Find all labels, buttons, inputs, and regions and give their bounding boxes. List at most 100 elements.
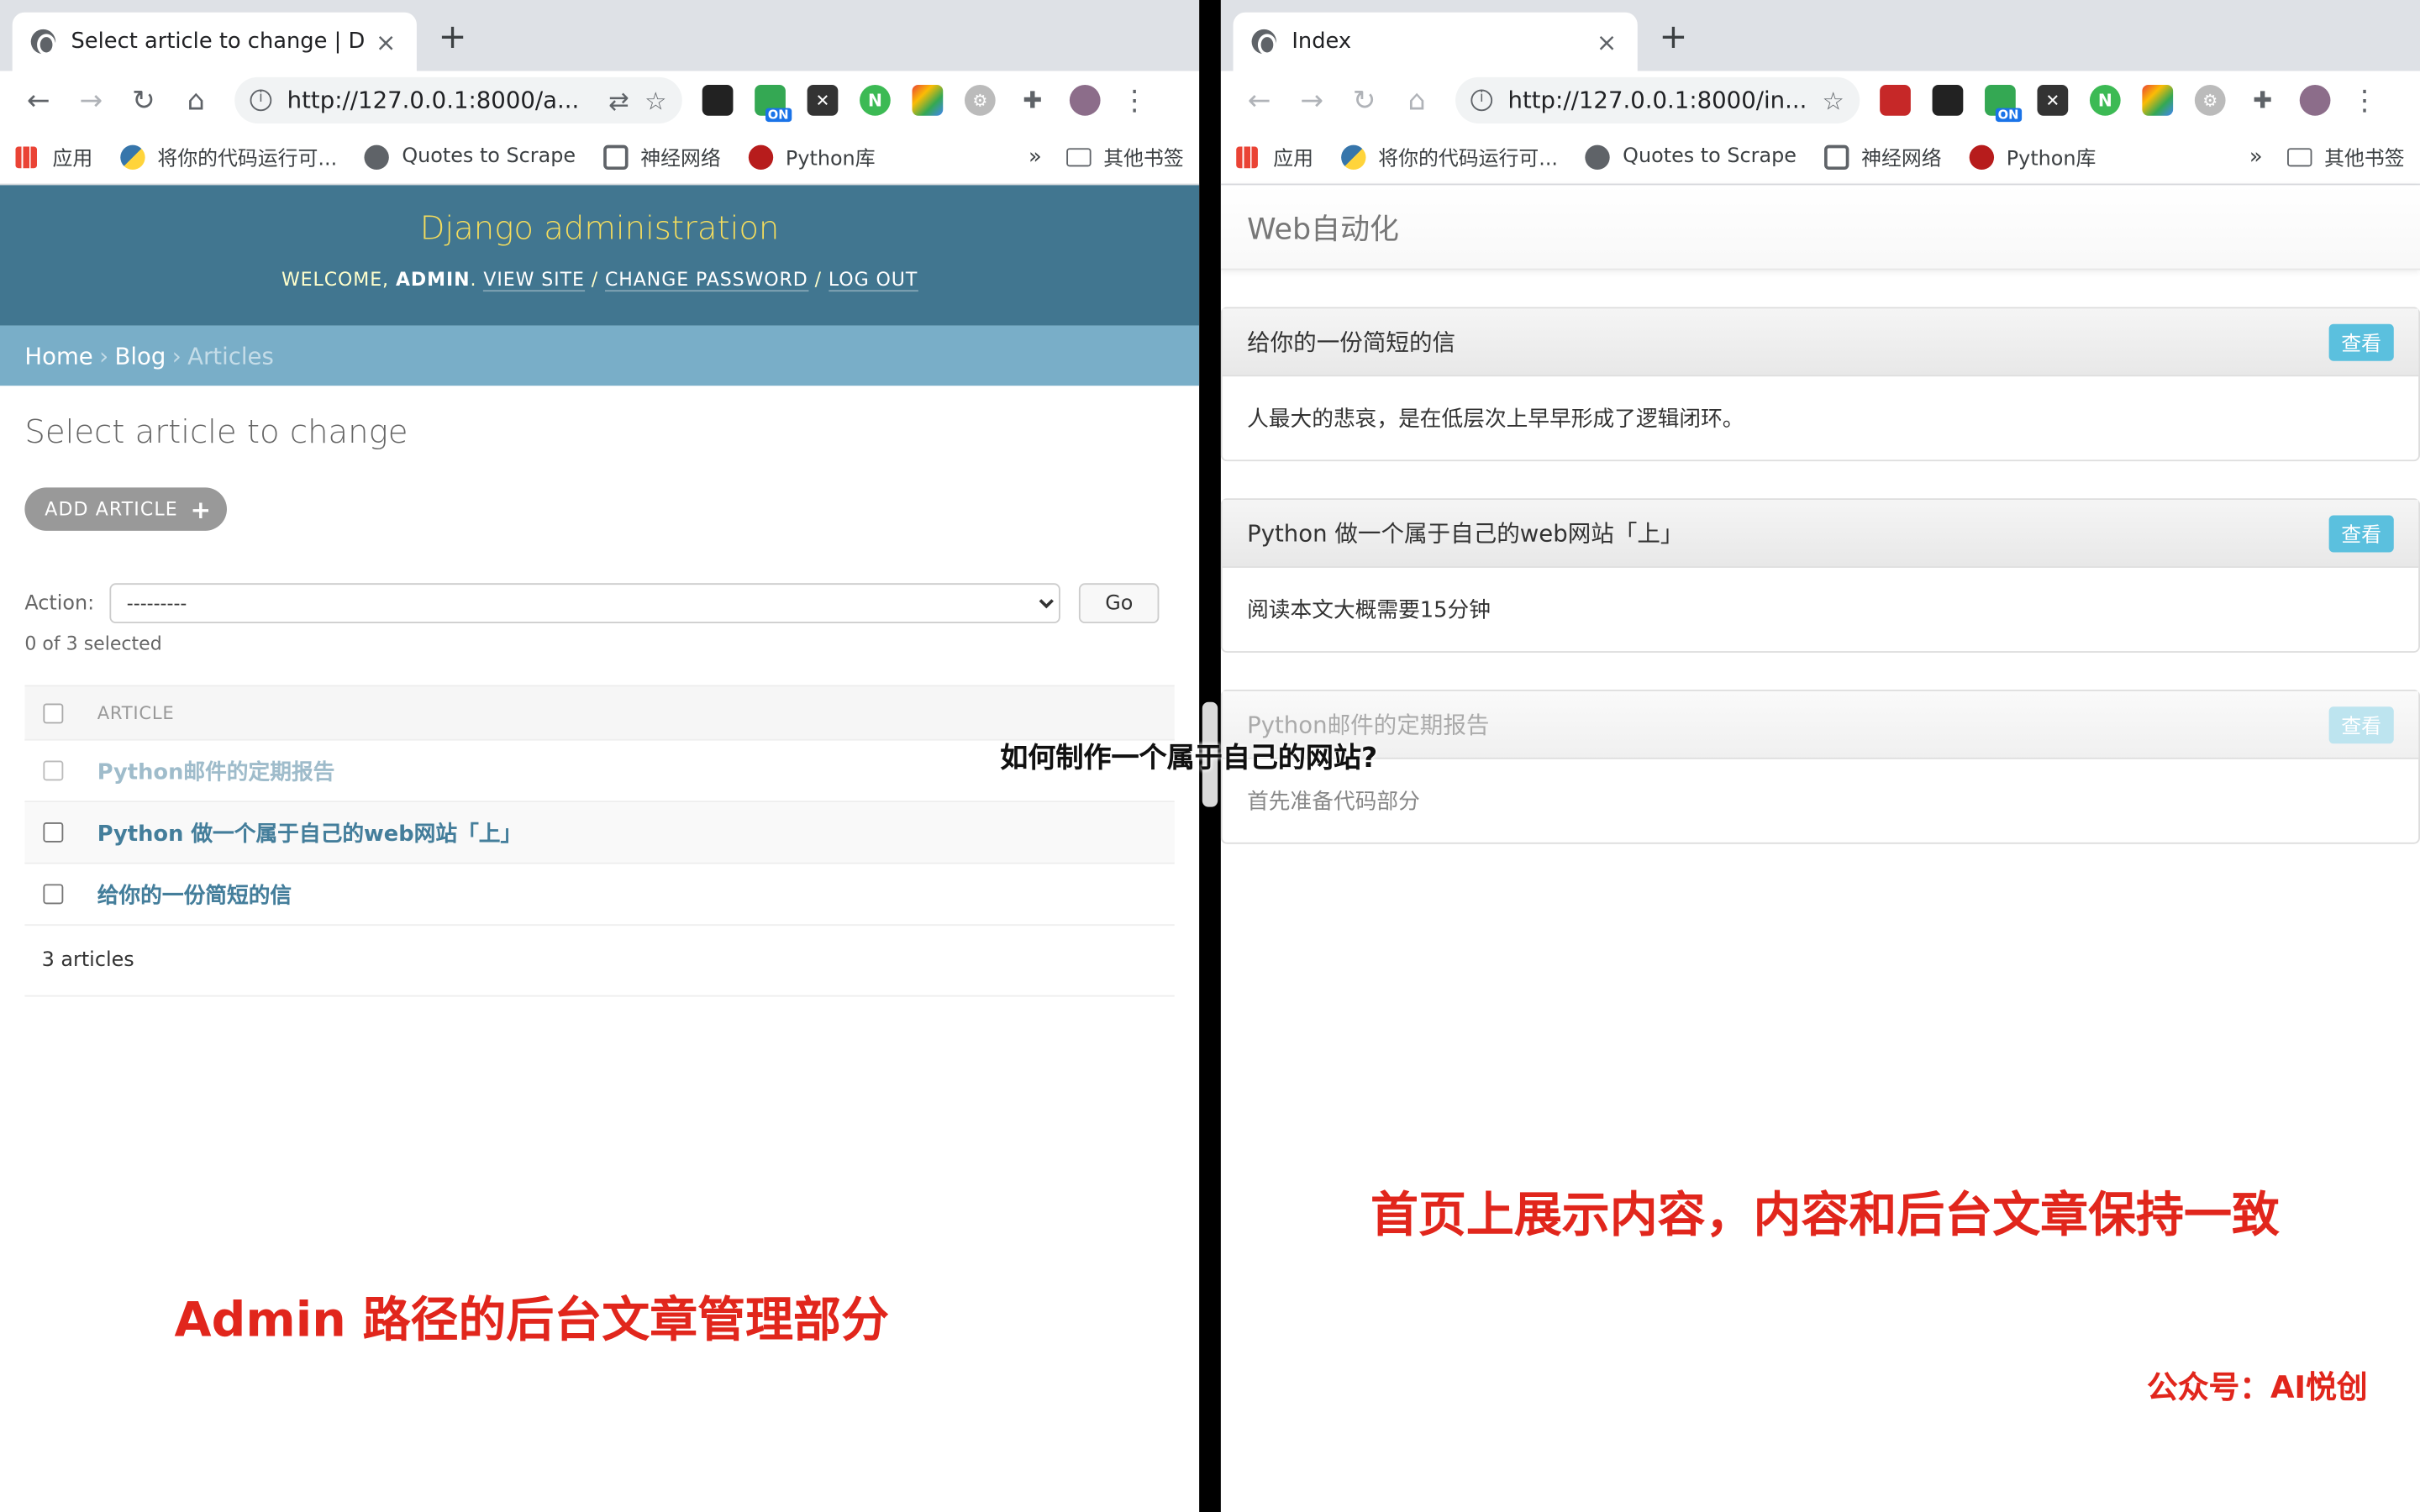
new-tab-button[interactable]: + [1659, 18, 1687, 57]
puzzle-icon[interactable]: ✚ [2247, 85, 2278, 116]
article-link[interactable]: Python 做一个属于自己的web网站「上」 [97, 817, 523, 848]
table-row: Python 做一个属于自己的web网站「上」 [24, 802, 1175, 864]
post-header: Python邮件的定期报告 查看 [1222, 690, 2419, 759]
logout-link[interactable]: LOG OUT [828, 268, 918, 292]
address-bar[interactable]: i http://127.0.0.1:8000/in... ☆ [1455, 76, 1860, 123]
tab-index[interactable]: Index × [1233, 12, 1638, 71]
row-checkbox[interactable] [43, 822, 64, 843]
extension-tampermonkey-icon[interactable] [1932, 85, 1964, 116]
translate-icon[interactable]: ⇄ [608, 86, 629, 115]
page-title: Select article to change [24, 413, 408, 451]
bookmark-python-tutor[interactable]: 将你的代码运行可... [120, 142, 337, 171]
folder-icon [1066, 147, 1092, 166]
bookmark-python-lib[interactable]: Python库 [1969, 142, 2096, 171]
menu-icon[interactable]: ⋮ [1120, 84, 1148, 117]
home-icon[interactable]: ⌂ [173, 77, 219, 123]
extension-on-icon[interactable]: ON [755, 85, 792, 123]
tab-title: Index [1292, 29, 1352, 55]
select-all-checkbox[interactable] [43, 702, 64, 723]
row-checkbox[interactable] [43, 760, 64, 781]
post-title: 给你的一份简短的信 [1247, 328, 1456, 357]
home-icon[interactable]: ⌂ [1394, 77, 1440, 123]
go-button[interactable]: Go [1079, 583, 1160, 624]
extension-x-icon[interactable]: ✕ [2037, 85, 2069, 116]
admin-brand[interactable]: Django administration [0, 210, 1199, 247]
bookmark-quotes[interactable]: Quotes to Scrape [365, 144, 576, 170]
view-button[interactable]: 查看 [2328, 323, 2394, 360]
bookmark-python-tutor[interactable]: 将你的代码运行可... [1341, 142, 1558, 171]
view-button[interactable]: 查看 [2328, 706, 2394, 743]
back-icon[interactable]: ← [15, 77, 61, 123]
post-summary: 人最大的悲哀，是在低层次上早早形成了逻辑闭环。 [1247, 407, 1744, 433]
breadcrumb: Home › Blog › Articles [0, 325, 1200, 386]
globe-icon [1586, 144, 1611, 170]
other-bookmarks[interactable]: 其他书签 [2287, 142, 2405, 171]
bookmarks-bar: 应用 将你的代码运行可... Quotes to Scrape 神经网络 Pyt… [1220, 129, 2420, 186]
extension-palette-icon[interactable] [2142, 85, 2174, 116]
avatar[interactable] [2299, 85, 2331, 116]
close-icon[interactable]: × [1594, 27, 1618, 56]
article-link[interactable]: 给你的一份简短的信 [97, 879, 292, 910]
bookmark-neural-net[interactable]: 神经网络 [1824, 142, 1942, 171]
post-list: 给你的一份简短的信 查看 人最大的悲哀，是在低层次上早早形成了逻辑闭环。 Pyt… [1220, 307, 2420, 844]
star-icon[interactable]: ☆ [644, 86, 666, 115]
change-password-link[interactable]: CHANGE PASSWORD [605, 268, 808, 292]
url-text[interactable]: http://127.0.0.1:8000/a... [287, 87, 593, 114]
extension-n-icon[interactable]: N [2089, 85, 2121, 116]
post-title: Python邮件的定期报告 [1247, 711, 1490, 739]
extension-screen-icon[interactable] [1880, 85, 1911, 116]
action-select[interactable]: --------- [109, 583, 1061, 624]
breadcrumb-home[interactable]: Home [24, 342, 92, 370]
bookmarks-more[interactable]: » [1028, 144, 1042, 169]
annotation-left: Admin 路径的后台文章管理部分 [174, 1293, 889, 1349]
table-row: 给你的一份简短的信 [24, 864, 1175, 927]
close-icon[interactable]: × [373, 27, 397, 56]
column-article[interactable]: ARTICLE [97, 702, 175, 724]
username: ADMIN [395, 268, 471, 291]
bookmarks-more[interactable]: » [2249, 144, 2263, 169]
bookmark-quotes[interactable]: Quotes to Scrape [1586, 144, 1797, 170]
other-bookmarks[interactable]: 其他书签 [1066, 142, 1184, 171]
url-text[interactable]: http://127.0.0.1:8000/in... [1507, 87, 1807, 114]
extension-gear-icon[interactable]: ⚙ [2194, 85, 2226, 116]
extension-n-icon[interactable]: N [860, 85, 891, 116]
avatar[interactable] [1069, 85, 1101, 116]
info-icon[interactable]: i [1470, 89, 1493, 112]
star-icon[interactable]: ☆ [1823, 86, 1844, 115]
info-icon[interactable]: i [250, 89, 272, 112]
breadcrumb-blog[interactable]: Blog [114, 342, 166, 370]
index-browser-window: Index × + ← → ↻ ⌂ i http://127.0.0.1:800… [1220, 0, 2420, 1512]
article-link[interactable]: Python邮件的定期报告 [97, 755, 335, 786]
post-title: Python 做一个属于自己的web网站「上」 [1247, 519, 1684, 549]
add-article-button[interactable]: ADD ARTICLE + [24, 487, 228, 531]
breadcrumb-articles: Articles [187, 341, 274, 370]
extension-on-icon[interactable]: ON [1985, 85, 2023, 123]
selection-counter: 0 of 3 selected [24, 633, 162, 654]
bookmark-apps[interactable]: 应用 [15, 142, 92, 171]
extension-x-icon[interactable]: ✕ [807, 85, 839, 116]
reload-icon[interactable]: ↻ [1341, 77, 1387, 123]
menu-icon[interactable]: ⋮ [2350, 84, 2378, 117]
row-checkbox[interactable] [43, 884, 64, 905]
bookmark-neural-net[interactable]: 神经网络 [603, 142, 721, 171]
reload-icon[interactable]: ↻ [120, 77, 166, 123]
forward-icon[interactable]: → [68, 77, 114, 123]
site-brand[interactable]: Web自动化 [1247, 206, 1399, 248]
tab-title: Select article to change | Django site a… [71, 29, 365, 55]
view-button[interactable]: 查看 [2328, 514, 2394, 552]
bookmark-python-lib[interactable]: Python库 [748, 142, 876, 171]
x-logo-icon [1969, 144, 1995, 170]
forward-icon[interactable]: → [1289, 77, 1335, 123]
bookmark-apps[interactable]: 应用 [1236, 142, 1313, 171]
extension-gear-icon[interactable]: ⚙ [964, 85, 996, 116]
apps-icon [1236, 145, 1258, 168]
extension-palette-icon[interactable] [912, 85, 944, 116]
browser-toolbar: ← → ↻ ⌂ i http://127.0.0.1:8000/in... ☆ … [1220, 71, 2420, 130]
address-bar[interactable]: i http://127.0.0.1:8000/a... ⇄ ☆ [234, 76, 682, 123]
new-tab-button[interactable]: + [439, 18, 467, 57]
view-site-link[interactable]: VIEW SITE [483, 268, 585, 292]
back-icon[interactable]: ← [1236, 77, 1282, 123]
extension-tampermonkey-icon[interactable] [702, 85, 734, 116]
puzzle-icon[interactable]: ✚ [1017, 85, 1048, 116]
tab-admin[interactable]: Select article to change | Django site a… [12, 12, 417, 71]
